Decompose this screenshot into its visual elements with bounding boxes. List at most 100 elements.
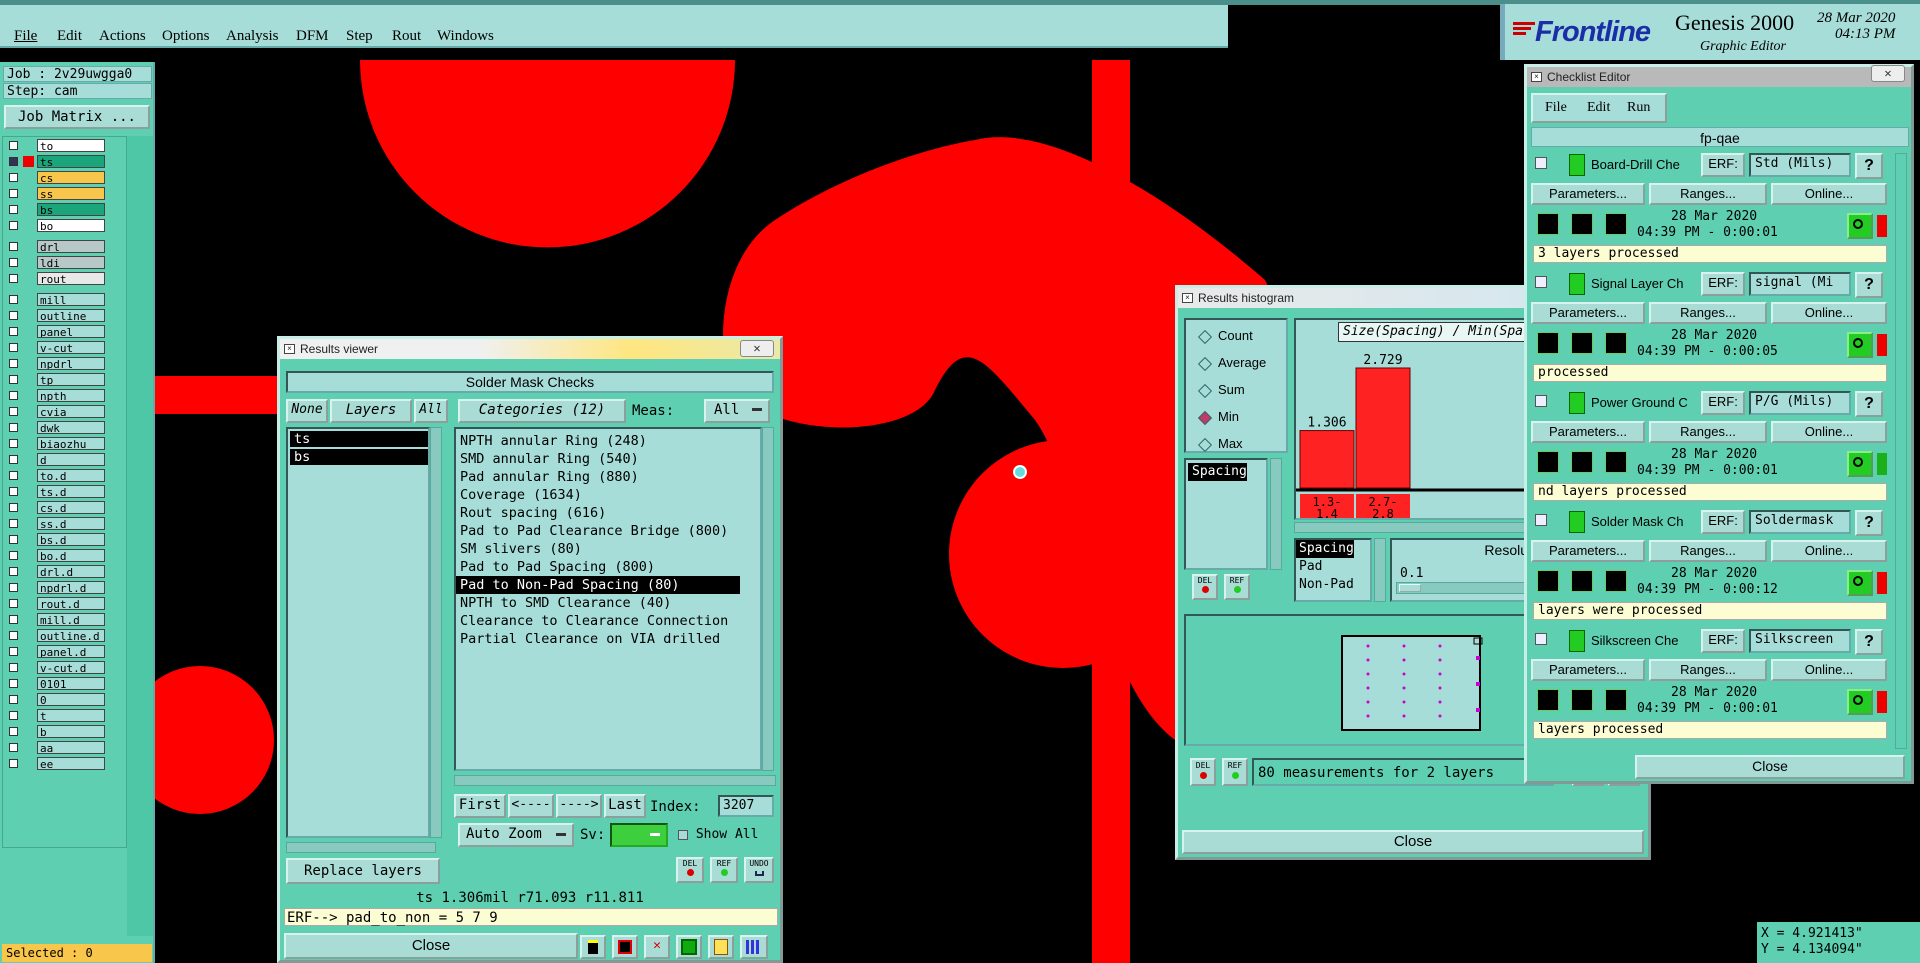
layer-row[interactable]: panel [9,325,105,338]
layer-name[interactable]: ss [37,187,105,200]
layer-checkbox[interactable] [9,695,18,704]
layer-checkbox[interactable] [9,711,18,720]
layer-checkbox[interactable] [9,535,18,544]
layer-checkbox[interactable] [9,631,18,640]
job-matrix-button[interactable]: Job Matrix ... [4,105,150,129]
category-item[interactable]: Pad to Pad Clearance Bridge (800) [456,522,760,540]
layer-row[interactable]: cvia [9,405,105,418]
layer-name[interactable]: npdrl [37,357,105,370]
layer-row[interactable]: to [9,139,105,152]
layer-checkbox[interactable] [9,274,18,283]
layer-checkbox[interactable] [9,407,18,416]
none-button[interactable]: None [286,399,328,423]
zoom-icon[interactable] [1847,213,1873,239]
layer-name[interactable]: bs [37,203,105,216]
type-item[interactable]: Non-Pad [1296,576,1370,594]
layer-row[interactable]: rout [9,272,105,285]
results-viewer-titlebar[interactable]: × Results viewer [280,339,780,359]
checklist-titlebar[interactable]: × Checklist Editor [1527,67,1911,87]
help-button[interactable]: ? [1855,153,1883,179]
histogram-bar[interactable] [1355,367,1411,489]
layer-row[interactable]: npdrl.d [9,581,105,594]
all-button[interactable]: All [414,399,448,423]
layer-checkbox[interactable] [9,615,18,624]
run-icon-3[interactable] [1605,689,1627,711]
help-button[interactable]: ? [1855,510,1883,536]
menu-step[interactable]: Step [346,28,373,45]
layers-tab[interactable]: Layers [330,399,412,423]
type-list[interactable]: Spacing Pad Non-Pad [1294,538,1372,602]
layer-checkbox[interactable] [9,205,18,214]
layer-checkbox[interactable] [9,375,18,384]
mode-radio[interactable]: Count [1200,328,1253,343]
mode-radio[interactable]: Sum [1200,382,1245,397]
layer-name[interactable]: outline.d [37,629,105,642]
layer-name[interactable]: t [37,709,105,722]
layer-name[interactable]: dwk [37,421,105,434]
meas-dropdown[interactable]: All [704,399,770,423]
layer-checkbox[interactable] [9,647,18,656]
layer-name[interactable]: cs [37,171,105,184]
layer-name[interactable]: ss.d [37,517,105,530]
run-icon-2[interactable] [1571,213,1593,235]
layer-row[interactable]: ldi [9,256,105,269]
layer-checkbox[interactable] [9,567,18,576]
layer-row[interactable]: d [9,453,105,466]
type-item[interactable]: Spacing [1296,540,1354,558]
layer-row[interactable]: ee [9,757,105,770]
categories-hscrollbar[interactable] [454,775,776,786]
layer-name[interactable]: mill [37,293,105,306]
replace-layers-button[interactable]: Replace layers [286,858,440,884]
layer-checkbox[interactable] [9,311,18,320]
online-button[interactable]: Online... [1771,540,1887,562]
layer-checkbox[interactable] [9,141,18,150]
layer-name[interactable]: npdrl.d [37,581,105,594]
tool-icon-4[interactable] [676,935,702,959]
check-toggle-icon[interactable] [1535,157,1547,169]
menu-rout[interactable]: Rout [392,28,421,45]
close-button[interactable]: Close [284,933,578,959]
layer-name[interactable]: rout.d [37,597,105,610]
zoom-icon[interactable] [1847,689,1873,715]
layer-row[interactable]: bs [9,203,105,216]
layer-name[interactable]: bs.d [37,533,105,546]
categories-tab[interactable]: Categories (12) [458,399,626,423]
tool-icon-5[interactable] [708,935,734,959]
layer-row[interactable]: cs.d [9,501,105,514]
layer-name[interactable]: v-cut [37,341,105,354]
layer-name[interactable]: d [37,453,105,466]
run-icon-1[interactable] [1537,689,1559,711]
tool-icon-2[interactable] [612,935,638,959]
parameters-button[interactable]: Parameters... [1531,183,1645,205]
online-button[interactable]: Online... [1771,421,1887,443]
layers-hscrollbar[interactable] [286,842,436,853]
layers-list[interactable]: ts bs [286,427,430,838]
zoom-icon[interactable] [1847,451,1873,477]
layer-checkbox[interactable] [9,503,18,512]
layer-name[interactable]: ts.d [37,485,105,498]
menu-analysis[interactable]: Analysis [226,28,279,45]
menu-edit[interactable]: Edit [57,28,82,45]
close-window-icon[interactable]: ✕ [1871,65,1905,82]
layer-checkbox[interactable] [9,391,18,400]
refresh-icon[interactable]: REF [710,857,738,883]
checklist-menu-edit[interactable]: Edit [1587,100,1610,116]
erf-value[interactable]: P/G (Mils) [1749,391,1851,415]
params-button[interactable]: Parameters... [1531,421,1645,443]
layer-checkbox[interactable] [9,423,18,432]
layer-name[interactable]: bo [37,219,105,232]
spacing-scrollbar[interactable] [1270,458,1282,570]
layer-row[interactable]: ss [9,187,105,200]
layer-row[interactable]: ss.d [9,517,105,530]
category-item[interactable]: Coverage (1634) [456,486,760,504]
categories-scrollbar[interactable] [762,427,774,771]
menu-help[interactable]: Help [1459,28,1488,45]
index-input[interactable]: 3207 [718,795,774,817]
erf-value[interactable]: Soldermask [1749,510,1851,534]
type-item[interactable]: Pad [1296,558,1370,576]
layer-name[interactable]: ts [37,155,105,168]
layer-checkbox[interactable] [9,173,18,182]
layer-checkbox[interactable] [9,759,18,768]
undo-icon[interactable]: UNDO [744,857,774,883]
first-button[interactable]: First [454,794,506,818]
